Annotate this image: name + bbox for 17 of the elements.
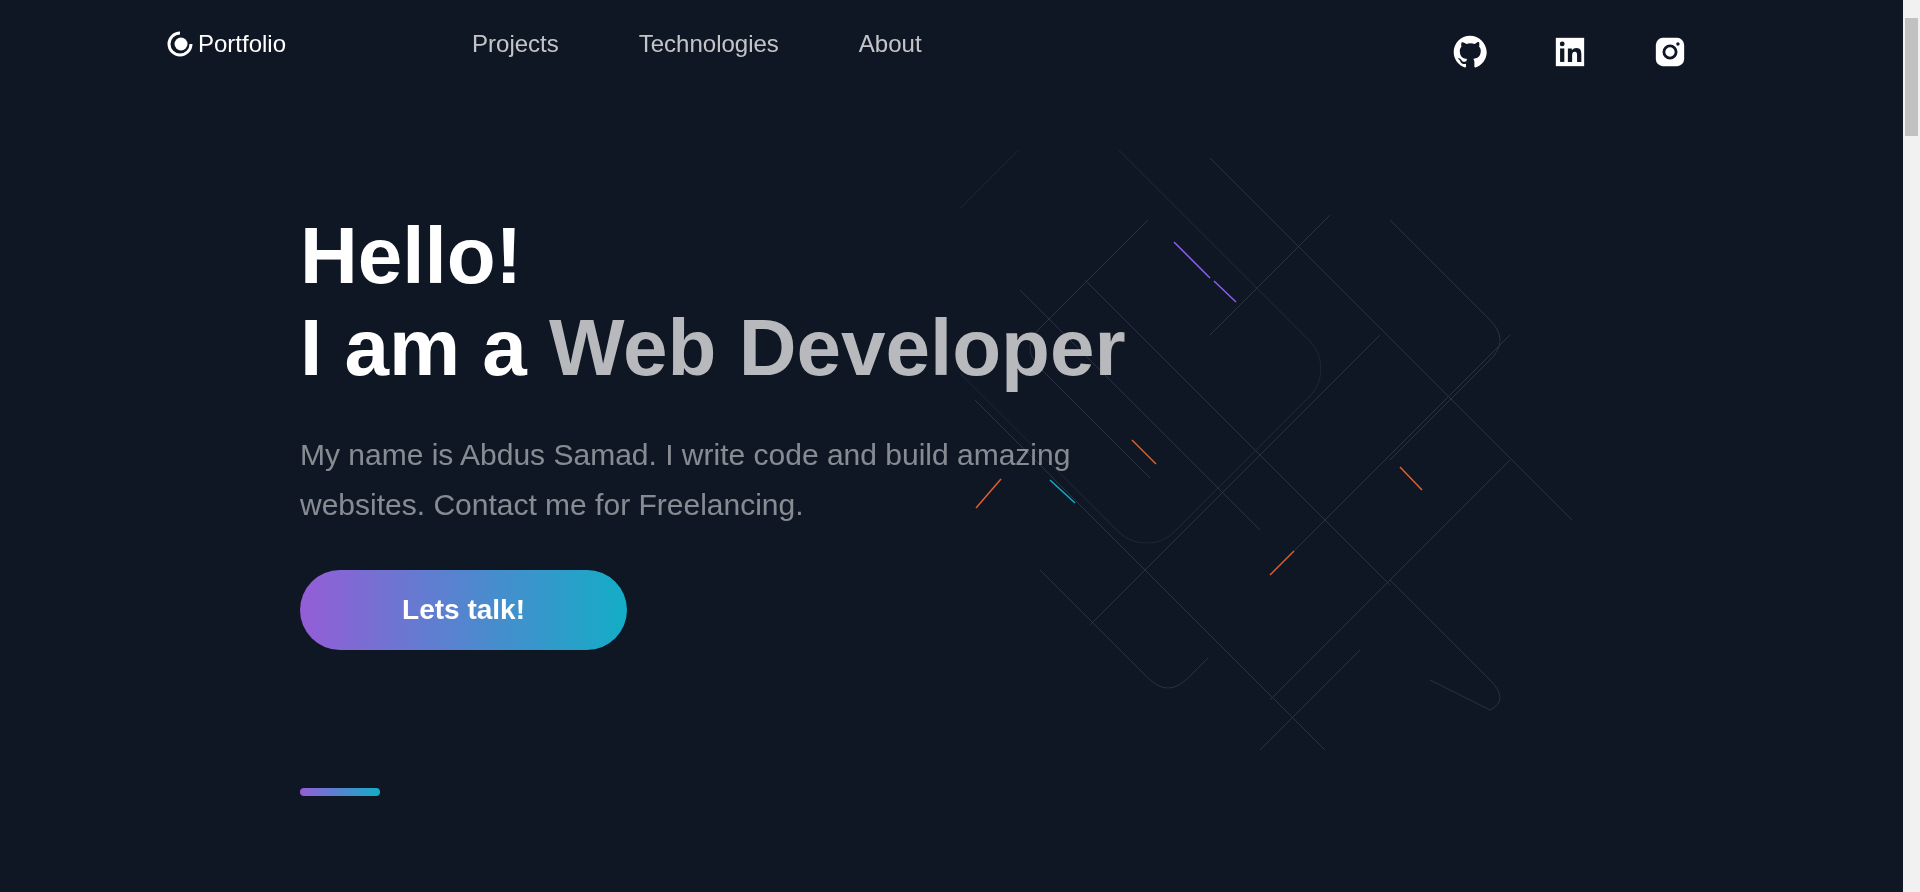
logo-icon [167,31,193,57]
scrollbar[interactable] [1903,0,1920,892]
instagram-icon [1653,35,1687,69]
lets-talk-button[interactable]: Lets talk! [300,570,627,650]
social-link[interactable] [1653,35,1687,69]
nav-link[interactable]: Technologies [638,30,779,58]
social-link[interactable] [1453,35,1487,69]
nav-link[interactable]: About [858,30,922,58]
hero-heading: Hello! I am a Web Developer [300,210,1126,394]
github-icon [1453,35,1487,69]
nav-link[interactable]: Projects [472,30,559,58]
social-link[interactable] [1553,35,1587,69]
intro-text: My name is Abdus Samad. I write code and build amazing websites. Contact me for Freelancing. [300,437,1072,523]
linkedin-icon [1553,35,1587,69]
logo-text: Portfolio [198,30,287,58]
logo-link[interactable]: Portfolio [167,30,287,58]
scrollbar-thumb[interactable] [1905,18,1918,136]
